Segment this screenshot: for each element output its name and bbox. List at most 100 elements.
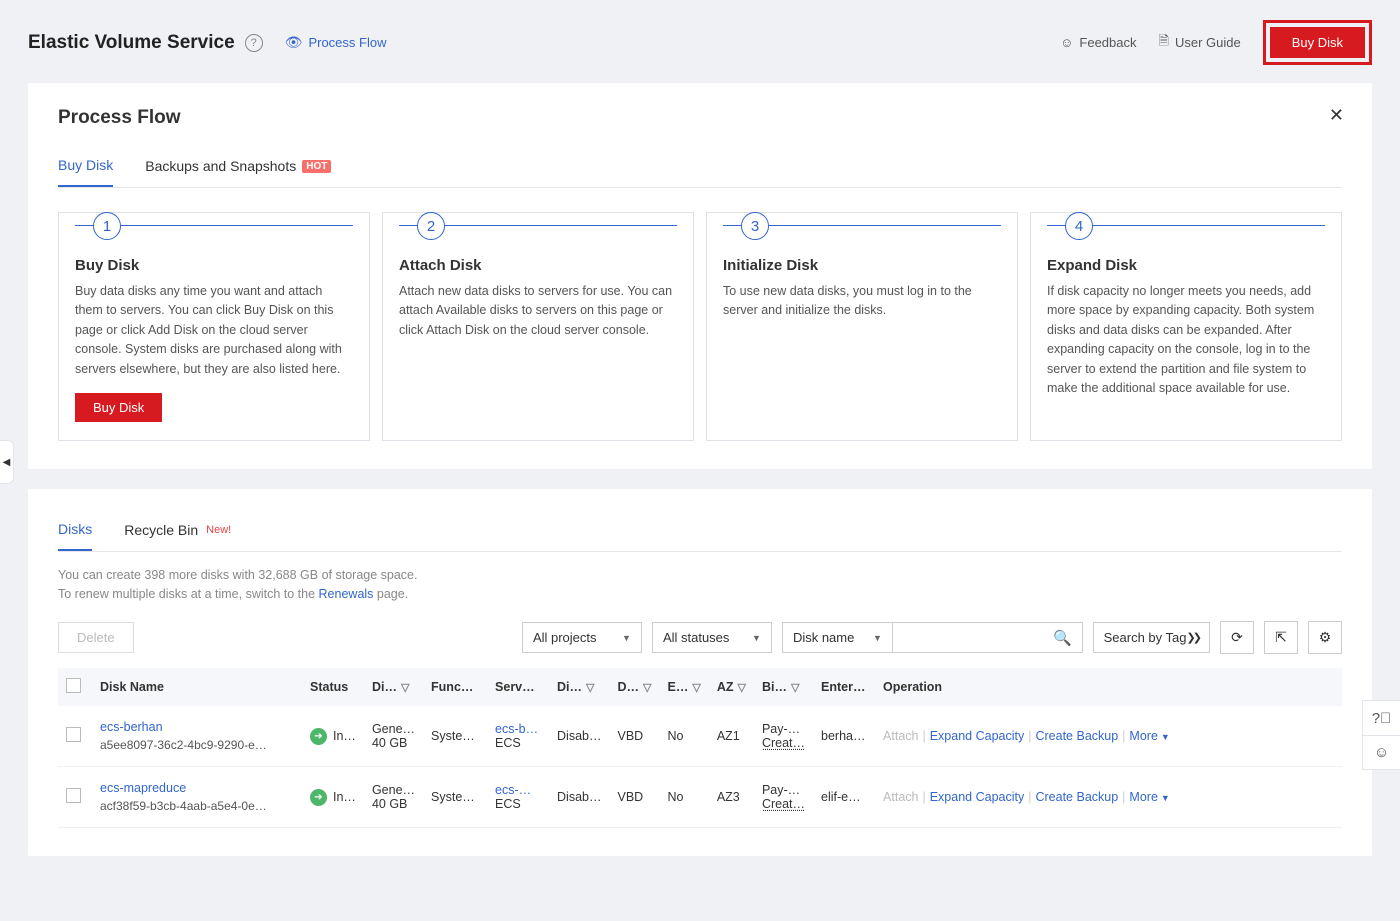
server-link[interactable]: ecs-…: [495, 783, 541, 797]
disk-name-link[interactable]: ecs-berhan: [100, 720, 294, 734]
created-time-link[interactable]: Creat…: [762, 736, 805, 750]
az: AZ3: [709, 767, 754, 828]
col-status[interactable]: Status: [302, 668, 364, 706]
col-encrypt[interactable]: Di…: [557, 680, 582, 694]
shareable: No: [660, 767, 709, 828]
row-checkbox[interactable]: [66, 788, 81, 803]
step-title: Attach Disk: [399, 257, 677, 274]
server-type: ECS: [495, 736, 521, 750]
chevron-down-icon: ▼: [752, 633, 761, 643]
hot-badge: HOT: [302, 160, 331, 173]
search-field-select[interactable]: Disk name ▼: [783, 623, 893, 652]
buy-disk-button[interactable]: Buy Disk: [1270, 27, 1365, 58]
process-flow-title: Process Flow: [58, 107, 1342, 129]
close-icon[interactable]: ✕: [1329, 105, 1344, 126]
create-backup-link[interactable]: Create Backup: [1035, 729, 1118, 743]
disk-size: 40 GB: [372, 736, 407, 750]
disks-table: Disk Name Status Di… ▽ Func… Serv… Di… ▽ D…: [58, 668, 1342, 828]
filter-icon[interactable]: ▽: [643, 681, 651, 694]
step-buy-disk-button[interactable]: Buy Disk: [75, 393, 162, 422]
export-button[interactable]: ⇱: [1264, 621, 1298, 654]
filter-icon[interactable]: ▽: [737, 681, 745, 694]
disk-name-link[interactable]: ecs-mapreduce: [100, 781, 294, 795]
side-help-button[interactable]: ?⃝: [1363, 701, 1400, 735]
col-disk-type[interactable]: Di…: [372, 680, 397, 694]
disk-function: Syste…: [431, 790, 479, 804]
sidebar-collapse-handle[interactable]: ◀: [0, 440, 14, 484]
tab-backups-snapshots[interactable]: Backups and Snapshots HOT: [145, 149, 331, 187]
renewals-link[interactable]: Renewals: [319, 587, 374, 601]
col-operation: Operation: [875, 668, 1342, 706]
step-desc: To use new data disks, you must log in t…: [723, 282, 1001, 321]
search-input[interactable]: [893, 623, 1043, 652]
help-icon[interactable]: ?: [245, 34, 263, 52]
billing-mode: Pay-…: [762, 722, 805, 736]
eye-icon: 👁: [285, 34, 303, 51]
quota-info: You can create 398 more disks with 32,68…: [58, 566, 1342, 604]
step-3: 3 Initialize Disk To use new data disks,…: [706, 212, 1018, 441]
side-feedback-button[interactable]: ☺: [1363, 735, 1400, 769]
disk-size: 40 GB: [372, 797, 407, 811]
projects-select[interactable]: All projects ▼: [522, 622, 642, 653]
statuses-select[interactable]: All statuses ▼: [652, 622, 772, 653]
status-running-icon: ➔: [310, 728, 327, 745]
search-by-tag-button[interactable]: Search by Tag ❯❯: [1093, 622, 1210, 653]
col-device[interactable]: D…: [618, 680, 640, 694]
refresh-button[interactable]: ⟳: [1220, 621, 1254, 654]
more-dropdown[interactable]: More▼: [1129, 729, 1169, 743]
filter-icon[interactable]: ▽: [401, 681, 409, 694]
step-title: Buy Disk: [75, 257, 353, 274]
side-float-panel: ?⃝ ☺: [1362, 700, 1400, 770]
page-header: Elastic Volume Service ? 👁 Process Flow …: [28, 20, 1372, 65]
col-az[interactable]: AZ: [717, 680, 734, 694]
col-share[interactable]: E…: [668, 680, 689, 694]
chevron-down-icon: ▼: [1161, 732, 1170, 742]
expand-capacity-link[interactable]: Expand Capacity: [930, 729, 1025, 743]
search-by-tag-label: Search by Tag: [1104, 630, 1187, 645]
create-backup-link[interactable]: Create Backup: [1035, 790, 1118, 804]
billing-mode: Pay-…: [762, 783, 805, 797]
az: AZ1: [709, 706, 754, 767]
server-link[interactable]: ecs-b…: [495, 722, 541, 736]
disk-function: Syste…: [431, 729, 479, 743]
col-billing[interactable]: Bi…: [762, 680, 787, 694]
tab-recycle-label: Recycle Bin: [124, 522, 198, 538]
encrypt-status: Disab…: [557, 729, 601, 743]
tab-disks[interactable]: Disks: [58, 513, 92, 551]
select-all-checkbox[interactable]: [66, 678, 81, 693]
col-function[interactable]: Func…: [423, 668, 487, 706]
process-flow-link[interactable]: 👁 Process Flow: [285, 34, 387, 51]
more-dropdown[interactable]: More▼: [1129, 790, 1169, 804]
search-combo: Disk name ▼ 🔍: [782, 622, 1083, 653]
server-type: ECS: [495, 797, 521, 811]
status-running-icon: ➔: [310, 789, 327, 806]
step-4: 4 Expand Disk If disk capacity no longer…: [1030, 212, 1342, 441]
export-icon: ⇱: [1275, 629, 1287, 646]
feedback-link[interactable]: ☺ Feedback: [1060, 35, 1136, 50]
col-server[interactable]: Serv…: [487, 668, 549, 706]
enterprise-project: elif-e…: [821, 790, 867, 804]
search-icon: 🔍: [1053, 630, 1072, 647]
tab-buy-disk[interactable]: Buy Disk: [58, 149, 113, 187]
expand-capacity-link[interactable]: Expand Capacity: [930, 790, 1025, 804]
col-enterprise[interactable]: Enter…: [813, 668, 875, 706]
disk-id: a5ee8097-36c2-4bc9-9290-e…: [100, 738, 294, 752]
filter-icon[interactable]: ▽: [692, 681, 700, 694]
user-guide-link[interactable]: 🗎 User Guide: [1159, 32, 1241, 54]
new-badge: New!: [206, 524, 231, 536]
step-title: Initialize Disk: [723, 257, 1001, 274]
col-disk-name[interactable]: Disk Name: [92, 668, 302, 706]
filter-icon[interactable]: ▽: [586, 681, 594, 694]
search-button[interactable]: 🔍: [1043, 623, 1082, 652]
row-checkbox[interactable]: [66, 727, 81, 742]
disk-type: Gene…: [372, 722, 415, 736]
projects-select-label: All projects: [533, 630, 597, 645]
settings-button[interactable]: ⚙: [1308, 621, 1342, 654]
step-1: 1 Buy Disk Buy data disks any time you w…: [58, 212, 370, 441]
created-time-link[interactable]: Creat…: [762, 797, 805, 811]
step-desc: Attach new data disks to servers for use…: [399, 282, 677, 340]
refresh-icon: ⟳: [1231, 629, 1243, 646]
delete-button[interactable]: Delete: [58, 622, 134, 653]
tab-recycle-bin[interactable]: Recycle Bin New!: [124, 513, 231, 551]
filter-icon[interactable]: ▽: [791, 681, 799, 694]
